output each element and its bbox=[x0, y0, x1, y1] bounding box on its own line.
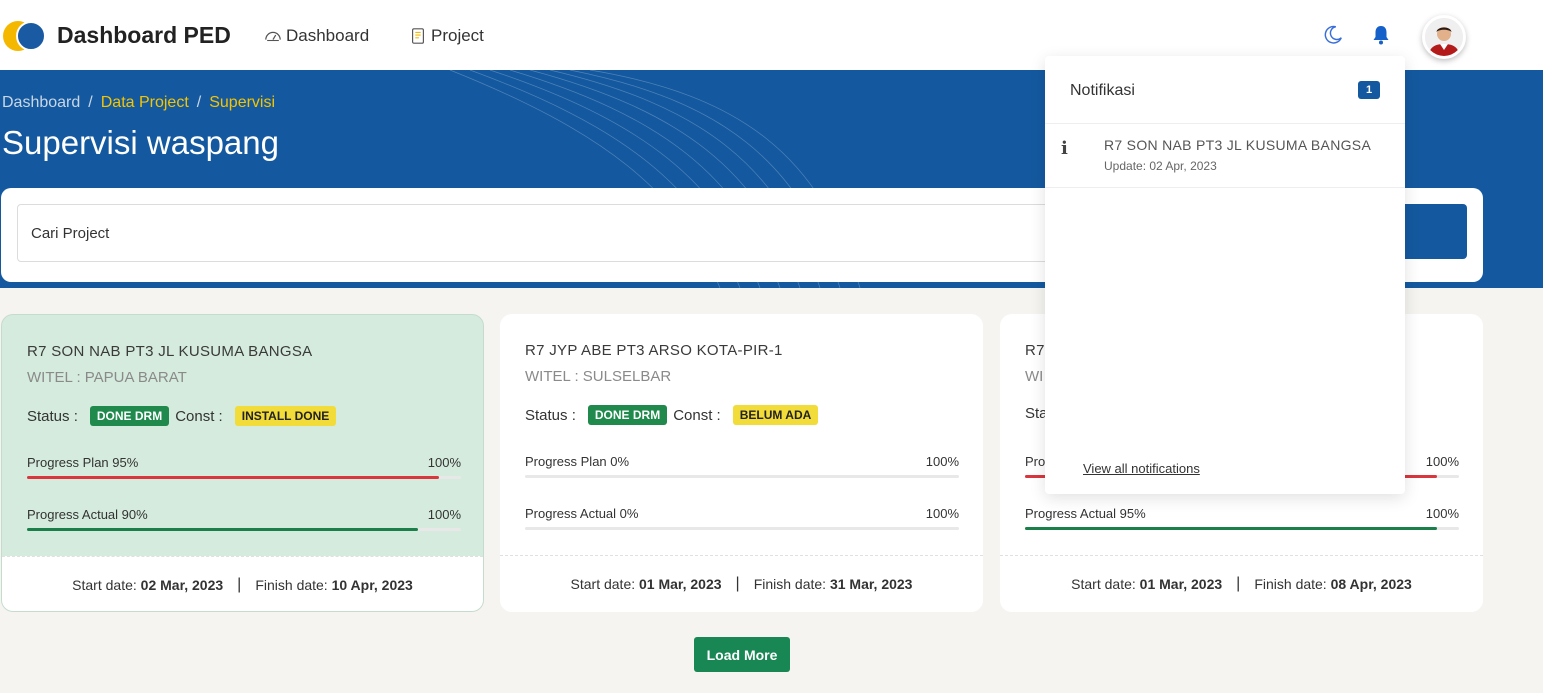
bell-icon[interactable] bbox=[1371, 24, 1391, 46]
project-title: R7 JYP ABE PT3 ARSO KOTA-PIR-1 bbox=[525, 342, 783, 359]
start-date: Start date: 01 Mar, 2023 bbox=[1071, 576, 1223, 592]
breadcrumb: Dashboard / Data Project / Supervisi bbox=[2, 94, 275, 112]
date-separator: | bbox=[237, 576, 242, 593]
status-badge: DONE DRM bbox=[587, 405, 668, 425]
breadcrumb-data-project[interactable]: Data Project bbox=[101, 94, 189, 112]
status-row: Status : DONE DRM Const : BELUM ADA bbox=[525, 405, 824, 425]
const-badge: BELUM ADA bbox=[732, 405, 819, 425]
project-card[interactable]: R7 JYP ABE PT3 ARSO KOTA-PIR-1 WITEL : S… bbox=[500, 314, 983, 612]
project-witel: WITEL : SULSELBAR bbox=[525, 368, 672, 385]
info-icon: i bbox=[1061, 138, 1068, 159]
view-all-notifications-link[interactable]: View all notifications bbox=[1083, 461, 1200, 476]
const-label: Const : bbox=[673, 406, 721, 424]
project-card[interactable]: R7 SON NAB PT3 JL KUSUMA BANGSA WITEL : … bbox=[1, 314, 484, 612]
progress-plan-max: 100% bbox=[427, 455, 461, 470]
progress-actual-bar bbox=[27, 528, 461, 531]
breadcrumb-separator: / bbox=[196, 94, 202, 111]
progress-plan-label: Pro bbox=[1025, 454, 1046, 469]
date-footer: Start date: 01 Mar, 2023 | Finish date: … bbox=[1000, 555, 1483, 612]
progress-plan-bar bbox=[27, 476, 461, 479]
progress-plan: Progress Plan 95% 100% bbox=[27, 455, 461, 479]
progress-actual-fill bbox=[1025, 527, 1438, 530]
progress-plan-label: Progress Plan 95% bbox=[27, 455, 139, 470]
progress-actual-fill bbox=[27, 528, 418, 531]
notification-header: Notifikasi 1 bbox=[1045, 56, 1405, 124]
nav-dashboard[interactable]: Dashboard bbox=[264, 26, 369, 46]
breadcrumb-dashboard[interactable]: Dashboard bbox=[2, 94, 80, 112]
notification-title: Notifikasi bbox=[1070, 82, 1135, 99]
progress-actual-bar bbox=[1025, 527, 1459, 530]
progress-plan-max: 100% bbox=[1425, 454, 1459, 469]
const-badge: INSTALL DONE bbox=[234, 406, 337, 426]
brand-title[interactable]: Dashboard PED bbox=[57, 22, 231, 49]
status-label: Status : bbox=[27, 407, 78, 425]
progress-actual-max: 100% bbox=[427, 507, 461, 522]
notepad-icon bbox=[412, 28, 424, 44]
status-badge: DONE DRM bbox=[89, 406, 170, 426]
notification-dropdown: Notifikasi 1 i R7 SON NAB PT3 JL KUSUMA … bbox=[1045, 56, 1405, 494]
date-separator: | bbox=[735, 575, 740, 592]
user-avatar[interactable] bbox=[1422, 15, 1466, 59]
progress-actual-max: 100% bbox=[1425, 506, 1459, 521]
progress-actual-max: 100% bbox=[925, 506, 959, 521]
notification-count-badge: 1 bbox=[1358, 81, 1380, 99]
progress-actual: Progress Actual 95% 100% bbox=[1025, 506, 1459, 530]
progress-plan-max: 100% bbox=[925, 454, 959, 469]
breadcrumb-separator: / bbox=[88, 94, 93, 111]
nav-project[interactable]: Project bbox=[409, 26, 484, 46]
progress-actual-label: Progress Actual 95% bbox=[1025, 506, 1146, 521]
date-footer: Start date: 01 Mar, 2023 | Finish date: … bbox=[500, 555, 983, 612]
finish-date: Finish date: 31 Mar, 2023 bbox=[753, 576, 913, 592]
finish-date: Finish date: 10 Apr, 2023 bbox=[255, 577, 413, 593]
speedometer-icon bbox=[265, 31, 281, 42]
progress-plan-fill bbox=[27, 476, 440, 479]
progress-actual-label: Progress Actual 0% bbox=[525, 506, 639, 521]
start-date: Start date: 02 Mar, 2023 bbox=[72, 577, 224, 593]
nav-dashboard-label: Dashboard bbox=[286, 26, 370, 45]
avatar-image bbox=[1425, 18, 1463, 56]
const-label: Const : bbox=[175, 407, 223, 425]
progress-actual: Progress Actual 0% 100% bbox=[525, 506, 959, 530]
notification-text: R7 SON NAB PT3 JL KUSUMA BANGSA bbox=[1104, 137, 1372, 153]
project-witel: WI bbox=[1025, 368, 1044, 385]
progress-actual-bar bbox=[525, 527, 959, 530]
search-input[interactable] bbox=[17, 204, 1117, 262]
page-title: Supervisi waspang bbox=[2, 124, 279, 161]
breadcrumb-supervisi: Supervisi bbox=[209, 94, 276, 111]
date-separator: | bbox=[1236, 575, 1241, 592]
date-footer: Start date: 02 Mar, 2023 | Finish date: … bbox=[2, 556, 483, 611]
progress-plan: Progress Plan 0% 100% bbox=[525, 454, 959, 478]
start-date: Start date: 01 Mar, 2023 bbox=[570, 576, 722, 592]
progress-plan-label: Progress Plan 0% bbox=[525, 454, 630, 469]
project-title: R7 SON NAB PT3 JL KUSUMA BANGSA bbox=[27, 343, 313, 360]
nav-project-label: Project bbox=[431, 26, 484, 45]
status-row: Status : DONE DRM Const : INSTALL DONE bbox=[27, 406, 342, 426]
brand-logo[interactable] bbox=[3, 19, 47, 53]
notification-update: Update: 02 Apr, 2023 bbox=[1104, 159, 1217, 173]
progress-actual: Progress Actual 90% 100% bbox=[27, 507, 461, 531]
project-witel: WITEL : PAPUA BARAT bbox=[27, 369, 187, 386]
progress-actual-label: Progress Actual 90% bbox=[27, 507, 148, 522]
notification-item[interactable]: i R7 SON NAB PT3 JL KUSUMA BANGSA Update… bbox=[1045, 124, 1405, 188]
project-title: R7 bbox=[1025, 342, 1045, 359]
load-more-button[interactable]: Load More bbox=[694, 637, 790, 672]
moon-icon[interactable] bbox=[1322, 24, 1344, 46]
progress-plan-bar bbox=[525, 475, 959, 478]
finish-date: Finish date: 08 Apr, 2023 bbox=[1254, 576, 1412, 592]
status-label: Status : bbox=[525, 406, 576, 424]
